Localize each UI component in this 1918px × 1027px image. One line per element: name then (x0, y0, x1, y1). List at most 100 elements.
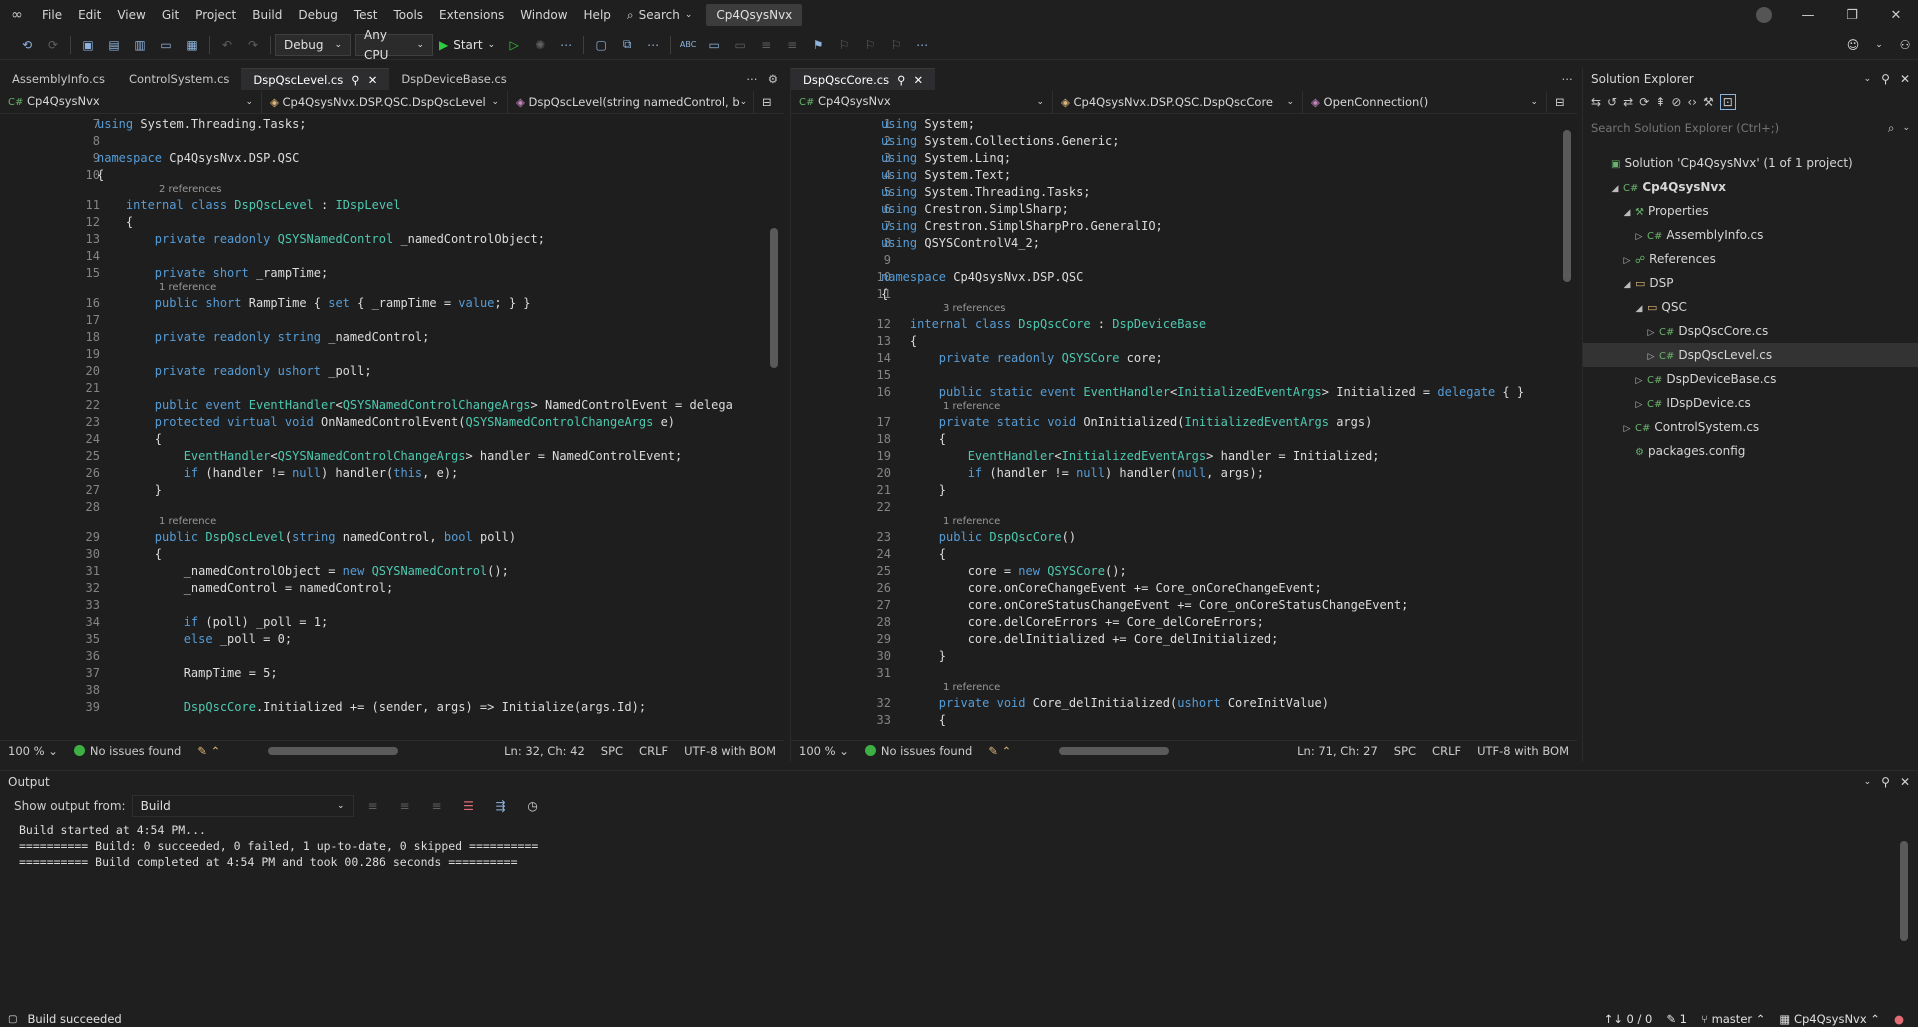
tree-item[interactable]: ⚙ packages.config (1583, 439, 1918, 463)
search-menu[interactable]: ⌕ Search ⌄ (619, 4, 701, 26)
code-cleanup-icon[interactable]: ✎ ⌃ (189, 744, 228, 758)
menu-item-window[interactable]: Window (512, 0, 575, 30)
repository-indicator[interactable]: ▦ Cp4QsysNvx ⌃ (1779, 1012, 1880, 1026)
pin-icon[interactable]: ⚲ (1881, 775, 1890, 789)
pin-icon[interactable]: ⚲ (1881, 72, 1890, 86)
comment-icon[interactable]: ▭ (703, 34, 725, 56)
navigate-forward-icon[interactable]: ⟳ (42, 34, 64, 56)
account-avatar-icon[interactable] (1742, 0, 1786, 30)
next-bookmark-icon[interactable]: ⚐ (859, 34, 881, 56)
hot-reload-icon[interactable]: ✺ (529, 34, 551, 56)
tree-item[interactable]: ▷ ☍ References (1583, 247, 1918, 271)
clear-bookmarks-icon[interactable]: ⚐ (885, 34, 907, 56)
issues-indicator[interactable]: No issues found (66, 744, 189, 758)
redo-icon[interactable]: ↷ (242, 34, 264, 56)
zoom-dropdown[interactable]: 100 % ⌄ (0, 744, 66, 758)
file-encoding[interactable]: UTF-8 with BOM (1469, 744, 1577, 758)
browser-link-icon[interactable]: ⧉ (616, 34, 638, 56)
output-source-dropdown[interactable]: Build ⌄ (131, 795, 354, 817)
code-lens-references[interactable]: 1 reference (943, 516, 1000, 528)
tree-item[interactable]: ◢ ▭ DSP (1583, 271, 1918, 295)
close-pane-icon[interactable]: ✕ (1900, 72, 1910, 86)
add-item-icon[interactable]: ▤ (103, 34, 125, 56)
right-horizontal-scrollbar[interactable] (1059, 746, 1170, 755)
configuration-dropdown[interactable]: Debug ⌄ (275, 33, 351, 56)
word-wrap-icon[interactable]: ⇶ (490, 795, 512, 817)
git-changes-indicator[interactable]: ↑↓ 0 / 0 (1604, 1012, 1653, 1026)
start-without-debugging-icon[interactable]: ▷ (503, 34, 525, 56)
pending-edits-indicator[interactable]: ✎ 1 (1666, 1012, 1687, 1026)
tree-item[interactable]: ▣ Solution 'Cp4QsysNvx' (1 of 1 project) (1583, 151, 1918, 175)
issues-indicator[interactable]: No issues found (857, 744, 980, 758)
code-lens-references[interactable]: 1 reference (159, 516, 216, 528)
collapsed-chevron-icon[interactable]: ▷ (1633, 369, 1645, 393)
left-vertical-scrollbar[interactable] (770, 228, 778, 368)
solution-search-box[interactable]: ⌕ ⌄ (1583, 116, 1918, 140)
copilot-icon[interactable]: ☺ (1842, 34, 1864, 56)
close-window-icon[interactable]: ✕ (1874, 0, 1918, 30)
document-tab[interactable]: DspQscLevel.cs ⚲ ✕ (241, 68, 390, 91)
start-debugging-button[interactable]: ▶ Start ⌄ (433, 38, 501, 52)
tree-item[interactable]: ▷ C# ControlSystem.cs (1583, 415, 1918, 439)
project-nav-dropdown[interactable]: C# Cp4QsysNvx ⌄ (791, 90, 1053, 113)
menu-item-debug[interactable]: Debug (290, 0, 345, 30)
expanded-chevron-icon[interactable]: ◢ (1633, 297, 1645, 321)
solution-search-input[interactable] (1591, 121, 1861, 135)
notification-icon[interactable]: ▢ (8, 1014, 17, 1025)
chevron-down-icon[interactable]: ⌄ (1902, 123, 1910, 133)
previous-bookmark-icon[interactable]: ⚐ (833, 34, 855, 56)
show-all-files-icon[interactable]: ⊘ (1671, 95, 1681, 109)
zoom-dropdown[interactable]: 100 % ⌄ (791, 744, 857, 758)
member-nav-dropdown[interactable]: ◈ OpenConnection() ⌄ (1303, 90, 1547, 113)
tree-item[interactable]: ▷ C# AssemblyInfo.cs (1583, 223, 1918, 247)
tree-item[interactable]: ◢ ⚒ Properties (1583, 199, 1918, 223)
menu-item-file[interactable]: File (34, 0, 70, 30)
code-lens-references[interactable]: 3 references (943, 303, 1006, 315)
chevron-down-icon[interactable]: ⌄ (1868, 34, 1890, 56)
project-nav-dropdown[interactable]: C# Cp4QsysNvx ⌄ (0, 90, 262, 113)
refresh-icon[interactable]: ⟳ (1639, 95, 1649, 109)
tab-overflow-icon[interactable]: ⋯ (742, 68, 762, 90)
menu-item-extensions[interactable]: Extensions (431, 0, 512, 30)
split-editor-icon[interactable]: ⊟ (1547, 91, 1577, 113)
expanded-chevron-icon[interactable]: ◢ (1609, 177, 1621, 201)
menu-item-help[interactable]: Help (576, 0, 619, 30)
output-vertical-scrollbar[interactable] (1900, 841, 1908, 941)
document-tab[interactable]: AssemblyInfo.cs (0, 68, 117, 90)
solution-title-chip[interactable]: Cp4QsysNvx (706, 4, 803, 26)
document-tab[interactable]: ControlSystem.cs (117, 68, 241, 90)
restore-icon[interactable]: ❐ (1830, 0, 1874, 30)
close-tab-icon[interactable]: ✕ (914, 69, 924, 91)
pin-tab-icon[interactable]: ⚲ (897, 69, 905, 91)
menu-item-git[interactable]: Git (154, 0, 187, 30)
chevron-down-icon[interactable]: ⌄ (1864, 777, 1872, 787)
code-lens-references[interactable]: 1 reference (943, 401, 1000, 413)
collapsed-chevron-icon[interactable]: ▷ (1633, 225, 1645, 249)
previous-message-icon[interactable]: ≡ (394, 795, 416, 817)
switch-views-icon[interactable]: ⇆ (1591, 95, 1601, 109)
line-ending[interactable]: CRLF (631, 744, 676, 758)
collapsed-chevron-icon[interactable]: ▷ (1621, 417, 1633, 441)
save-all-icon[interactable]: ▦ (181, 34, 203, 56)
close-tab-icon[interactable]: ✕ (368, 69, 378, 91)
left-code-editor[interactable]: 7 using System.Threading.Tasks; 8 9 namespac… (0, 114, 784, 740)
minimize-icon[interactable]: — (1786, 0, 1830, 30)
toolbar-overflow-icon[interactable]: ⋯ (642, 34, 664, 56)
code-cleanup-icon[interactable]: ✎ ⌃ (980, 744, 1019, 758)
uncomment-icon[interactable]: ▭ (729, 34, 751, 56)
timestamp-clock-icon[interactable]: ◷ (522, 795, 544, 817)
bookmark-icon[interactable]: ⚑ (807, 34, 829, 56)
platform-dropdown[interactable]: Any CPU ⌄ (355, 28, 433, 62)
close-pane-icon[interactable]: ✕ (1900, 775, 1910, 789)
open-file-icon[interactable]: ▥ (129, 34, 151, 56)
search-icon[interactable]: ⌕ (1888, 121, 1895, 136)
class-nav-dropdown[interactable]: ◈ Cp4QsysNvx.DSP.QSC.DspQscLevel ⌄ (262, 90, 508, 113)
expanded-chevron-icon[interactable]: ◢ (1621, 201, 1633, 225)
spell-check-icon[interactable]: ABC (677, 34, 699, 56)
properties-wrench-icon[interactable]: ⚒ (1703, 95, 1714, 109)
save-icon[interactable]: ▭ (155, 34, 177, 56)
new-project-icon[interactable]: ▣ (77, 34, 99, 56)
cursor-position[interactable]: Ln: 71, Ch: 27 (1289, 744, 1386, 758)
undo-icon[interactable]: ↶ (216, 34, 238, 56)
pin-tab-icon[interactable]: ⚲ (351, 69, 359, 91)
